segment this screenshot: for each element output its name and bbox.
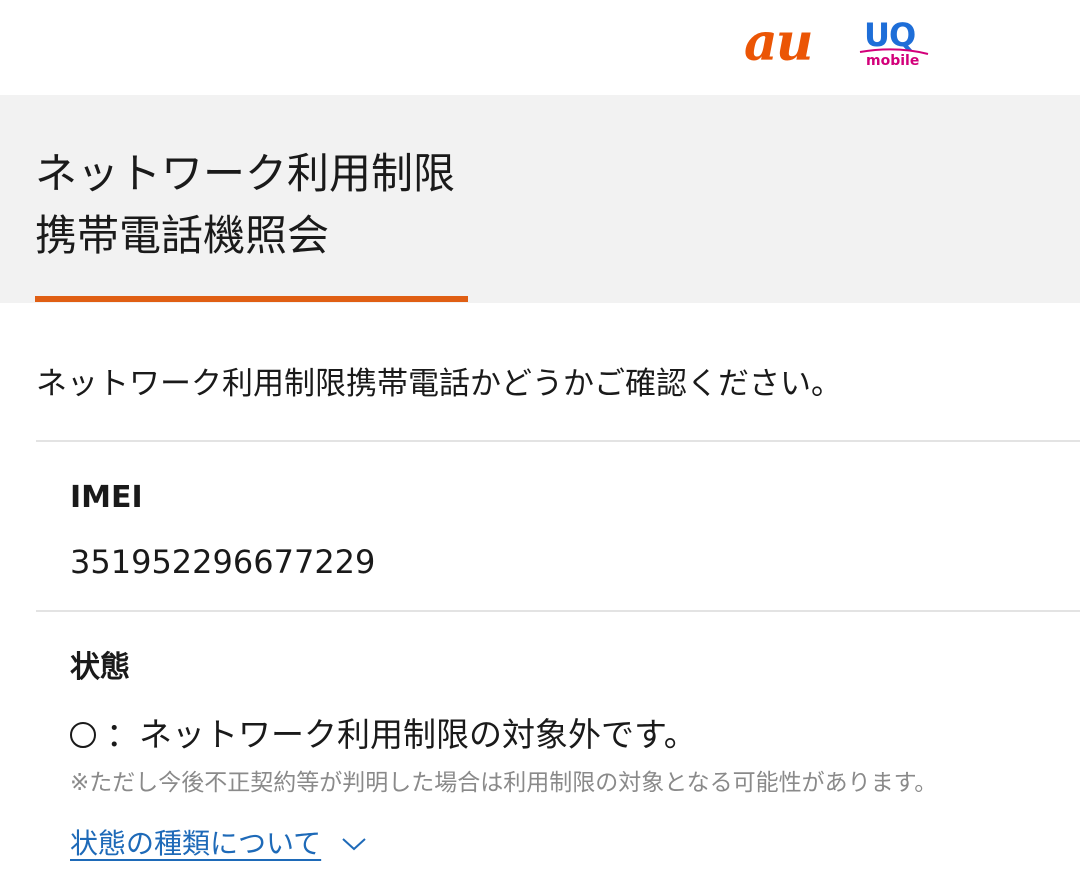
status-types-link-text[interactable]: 状態の種類について — [70, 824, 321, 864]
page-title-line-1: ネットワーク利用制限 — [35, 149, 456, 198]
divider — [36, 610, 1080, 612]
title-underline — [35, 296, 468, 302]
chevron-down-icon[interactable] — [341, 836, 367, 852]
title-band: ネットワーク利用制限 携帯電話機照会 — [0, 95, 1080, 303]
intro-text: ネットワーク利用制限携帯電話かどうかご確認ください。 — [36, 366, 842, 402]
uq-mobile-logo: UQ mobile — [856, 18, 932, 74]
status-text: ：ネットワーク利用制限の対象外です。 — [106, 715, 697, 754]
top-bar: au UQ mobile — [0, 0, 1080, 95]
divider — [36, 440, 1080, 442]
imei-value: 351952296677229 — [70, 543, 376, 581]
uq-logo-subtext: mobile — [866, 53, 920, 69]
status-label: 状態 — [70, 650, 130, 685]
status-result: ：ネットワーク利用制限の対象外です。 — [70, 712, 697, 758]
au-logo: au — [744, 12, 813, 73]
imei-label: IMEI — [70, 480, 143, 515]
status-note: ※ただし今後不正契約等が判明した場合は利用制限の対象となる可能性があります。 — [70, 770, 938, 796]
circle-icon — [70, 722, 96, 748]
page-title-line-2: 携帯電話機照会 — [35, 211, 330, 260]
page-title: ネットワーク利用制限 携帯電話機照会 — [35, 143, 455, 267]
status-types-link[interactable]: 状態の種類について — [70, 824, 367, 864]
